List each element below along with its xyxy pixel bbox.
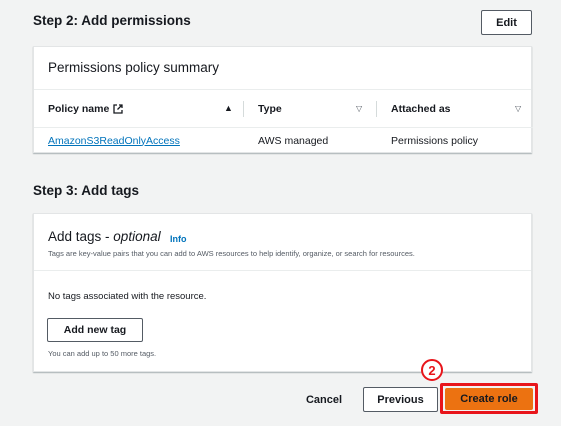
sort-caret-icon[interactable]: ▽: [515, 104, 521, 113]
tags-card: Add tags - optional Info Tags are key-va…: [33, 213, 532, 372]
card-header: Permissions policy summary: [34, 47, 531, 90]
tags-card-header: Add tags - optional Info Tags are key-va…: [34, 214, 531, 271]
review-page: Step 2: Add permissions Edit Permissions…: [0, 0, 561, 426]
step-number-badge: 2: [421, 359, 443, 381]
info-link[interactable]: Info: [170, 234, 187, 244]
policy-name-link[interactable]: AmazonS3ReadOnlyAccess: [48, 128, 180, 153]
step3-title: Step 3: Add tags: [33, 183, 140, 198]
column-divider: [376, 101, 377, 117]
column-label: Policy name: [48, 102, 110, 115]
edit-button[interactable]: Edit: [481, 10, 532, 35]
sort-caret-icon[interactable]: ▽: [356, 104, 362, 113]
permissions-card: Permissions policy summary Policy name ▲…: [33, 46, 533, 153]
previous-button[interactable]: Previous: [363, 387, 438, 412]
column-label: Attached as: [391, 102, 451, 115]
tags-card-title: Add tags - optional: [48, 229, 161, 244]
column-header-policy-name[interactable]: Policy name ▲: [34, 90, 243, 128]
sort-ascending-icon[interactable]: ▲: [224, 103, 233, 113]
column-divider: [243, 101, 244, 117]
cancel-button[interactable]: Cancel: [301, 388, 347, 412]
add-new-tag-button[interactable]: Add new tag: [47, 318, 143, 342]
step2-title: Step 2: Add permissions: [33, 13, 191, 28]
empty-tags-message: No tags associated with the resource.: [48, 291, 207, 302]
card-title: Permissions policy summary: [48, 60, 220, 75]
column-header-attached-as[interactable]: Attached as ▽: [376, 90, 533, 128]
column-label: Type: [258, 102, 282, 115]
tags-limit-hint: You can add up to 50 more tags.: [48, 349, 157, 358]
external-link-icon[interactable]: [113, 103, 123, 114]
policy-type-cell: AWS managed: [258, 134, 329, 147]
create-role-button[interactable]: Create role: [445, 388, 533, 410]
column-header-type[interactable]: Type ▽: [243, 90, 376, 128]
attached-as-cell: Permissions policy: [391, 134, 478, 147]
tags-description: Tags are key-value pairs that you can ad…: [48, 249, 415, 258]
